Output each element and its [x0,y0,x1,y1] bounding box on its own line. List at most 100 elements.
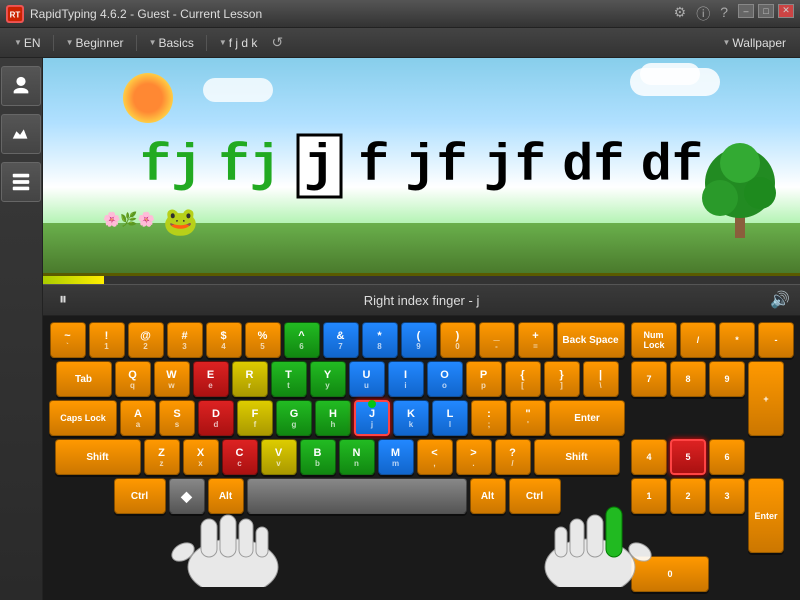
key-f[interactable]: Ff [237,400,273,436]
key-slash[interactable]: ?/ [495,439,531,475]
numpad-6[interactable]: 6 [709,439,745,475]
key-q[interactable]: Qq [115,361,151,397]
numpad-1[interactable]: 1 [631,478,667,514]
key-1[interactable]: !1 [89,322,125,358]
gear-icon[interactable]: ⚙ [674,4,687,24]
numpad-minus[interactable]: - [758,322,794,358]
key-equals[interactable]: += [518,322,554,358]
key-c[interactable]: Cc [222,439,258,475]
key-period[interactable]: >. [456,439,492,475]
key-l[interactable]: Ll [432,400,468,436]
numpad-2[interactable]: 2 [670,478,706,514]
key-z[interactable]: Zz [144,439,180,475]
key-t[interactable]: Tt [271,361,307,397]
key-w[interactable]: Ww [154,361,190,397]
key-o[interactable]: Oo [427,361,463,397]
numpad-plus[interactable]: + [748,361,784,436]
key-s[interactable]: Ss [159,400,195,436]
key-lbracket[interactable]: {[ [505,361,541,397]
numpad-enter[interactable]: Enter [748,478,784,553]
key-p[interactable]: Pp [466,361,502,397]
key-rbracket[interactable]: }] [544,361,580,397]
lesson-selector[interactable]: ▼ f j d k [213,34,264,52]
key-quote[interactable]: "' [510,400,546,436]
key-r[interactable]: Rr [232,361,268,397]
minimize-button[interactable]: – [738,4,754,18]
key-d[interactable]: Dd [198,400,234,436]
key-ctrl-left[interactable]: Ctrl [114,478,166,514]
numpad-4[interactable]: 4 [631,439,667,475]
key-4[interactable]: $4 [206,322,242,358]
key-5[interactable]: %5 [245,322,281,358]
key-enter[interactable]: Enter [549,400,625,436]
numpad-5[interactable]: 5 [670,439,706,475]
numpad-numlock[interactable]: NumLock [631,322,677,358]
key-semicolon[interactable]: :; [471,400,507,436]
sidebar-btn-lesson[interactable] [1,66,41,106]
close-button[interactable]: ✕ [778,4,794,18]
key-comma[interactable]: <, [417,439,453,475]
numpad: NumLock / * - 7 8 9 + 4 [631,322,794,592]
numpad-8[interactable]: 8 [670,361,706,397]
sidebar-btn-stats[interactable] [1,114,41,154]
hint-bar: ⏸ Right index finger - j 🔊 [43,284,800,316]
lesson-set-selector[interactable]: ▼ Basics [143,34,200,52]
volume-icon[interactable]: 🔊 [770,290,790,310]
key-3[interactable]: #3 [167,322,203,358]
wallpaper-selector[interactable]: ▼ Wallpaper [717,34,793,52]
key-backspace[interactable]: Back Space [557,322,625,358]
key-h[interactable]: Hh [315,400,351,436]
help-icon[interactable]: ? [720,4,728,24]
key-m[interactable]: Mm [378,439,414,475]
numpad-slash[interactable]: / [680,322,716,358]
numpad-0[interactable]: 0 [631,556,709,592]
numpad-9[interactable]: 9 [709,361,745,397]
toolbar-separator-3 [206,35,207,51]
numpad-3[interactable]: 3 [709,478,745,514]
key-backtick[interactable]: ~` [50,322,86,358]
key-u[interactable]: Uu [349,361,385,397]
key-shift-right[interactable]: Shift [534,439,620,475]
key-ctrl-right[interactable]: Ctrl [509,478,561,514]
language-selector[interactable]: ▼ EN [8,34,47,52]
key-6[interactable]: ^6 [284,322,320,358]
numpad-row-456: 4 5 6 [631,439,794,475]
key-0[interactable]: )0 [440,322,476,358]
key-x[interactable]: Xx [183,439,219,475]
pause-button[interactable]: ⏸ [53,290,73,310]
numpad-star[interactable]: * [719,322,755,358]
key-j[interactable]: Jj [354,400,390,436]
pending-char-1: jf [405,136,467,195]
key-e[interactable]: Ee [193,361,229,397]
key-backslash[interactable]: |\ [583,361,619,397]
numpad-7[interactable]: 7 [631,361,667,397]
keyboard-layout: ~` !1 @2 #3 $4 %5 ^6 &7 *8 (9 )0 _- [49,322,794,592]
key-9[interactable]: (9 [401,322,437,358]
key-alt-right[interactable]: Alt [470,478,506,514]
key-space[interactable] [247,478,467,514]
maximize-button[interactable]: □ [758,4,774,18]
key-n[interactable]: Nn [339,439,375,475]
sidebar-btn-lessons[interactable] [1,162,41,202]
key-g[interactable]: Gg [276,400,312,436]
level-selector[interactable]: ▼ Beginner [60,34,130,52]
key-win-left[interactable]: ◆ [169,478,205,514]
key-k[interactable]: Kk [393,400,429,436]
key-shift-left[interactable]: Shift [55,439,141,475]
key-y[interactable]: Yy [310,361,346,397]
info-icon[interactable]: ⓘ [696,4,710,24]
key-7[interactable]: &7 [323,322,359,358]
key-alt-left[interactable]: Alt [208,478,244,514]
key-i[interactable]: Ii [388,361,424,397]
key-b[interactable]: Bb [300,439,336,475]
key-tab[interactable]: Tab [56,361,112,397]
pending-after-current: f [358,136,389,195]
refresh-icon[interactable]: ↺ [271,34,283,51]
key-2[interactable]: @2 [128,322,164,358]
key-v[interactable]: Vv [261,439,297,475]
key-8[interactable]: *8 [362,322,398,358]
numpad-row-123: 1 2 3 Enter [631,478,794,553]
key-a[interactable]: Aa [120,400,156,436]
key-minus[interactable]: _- [479,322,515,358]
key-capslock[interactable]: Caps Lock [49,400,117,436]
